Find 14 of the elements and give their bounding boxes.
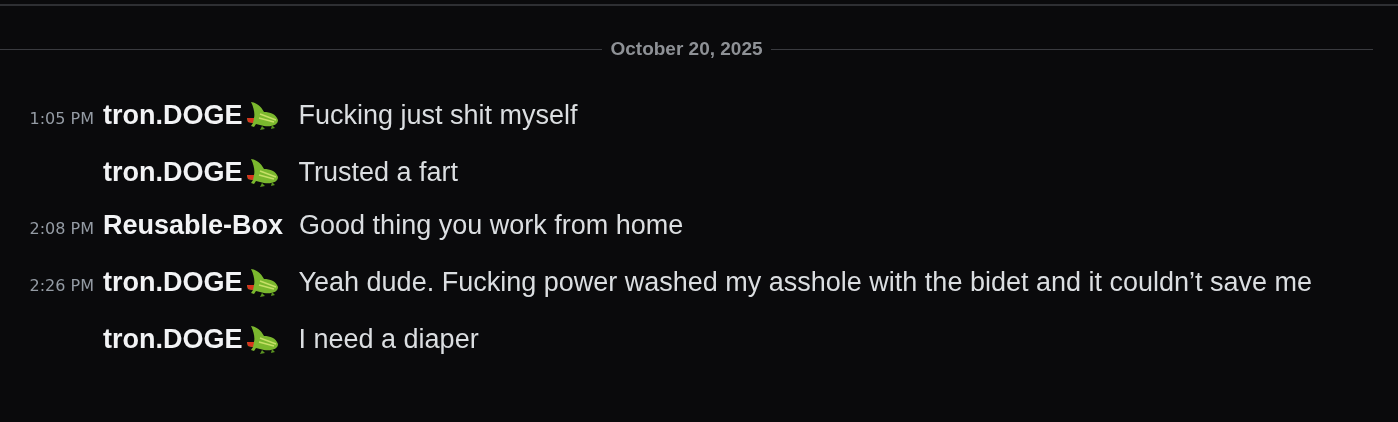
date-divider-label: October 20, 2025 — [609, 38, 764, 60]
author-name[interactable]: tron.DOGE — [103, 324, 243, 354]
author-name[interactable]: Reusable-Box — [103, 210, 284, 240]
author-name[interactable]: tron.DOGE — [103, 100, 243, 130]
message-text: Yeah dude. Fucking power washed my asshole with the bidet and it couldn’t save me — [298, 267, 1313, 297]
message-timestamp: 2:26 PM — [28, 275, 94, 297]
message-text: Fucking just shit myself — [298, 100, 578, 130]
message-text: I need a diaper — [298, 324, 479, 354]
author-name[interactable]: tron.DOGE — [103, 157, 243, 187]
message-text: Good thing you work from home — [299, 210, 684, 240]
message-timestamp: 1:05 PM — [28, 108, 94, 130]
message-timestamp: 2:08 PM — [28, 218, 94, 240]
author-name[interactable]: tron.DOGE — [103, 267, 243, 297]
message-text: Trusted a fart — [298, 157, 459, 187]
